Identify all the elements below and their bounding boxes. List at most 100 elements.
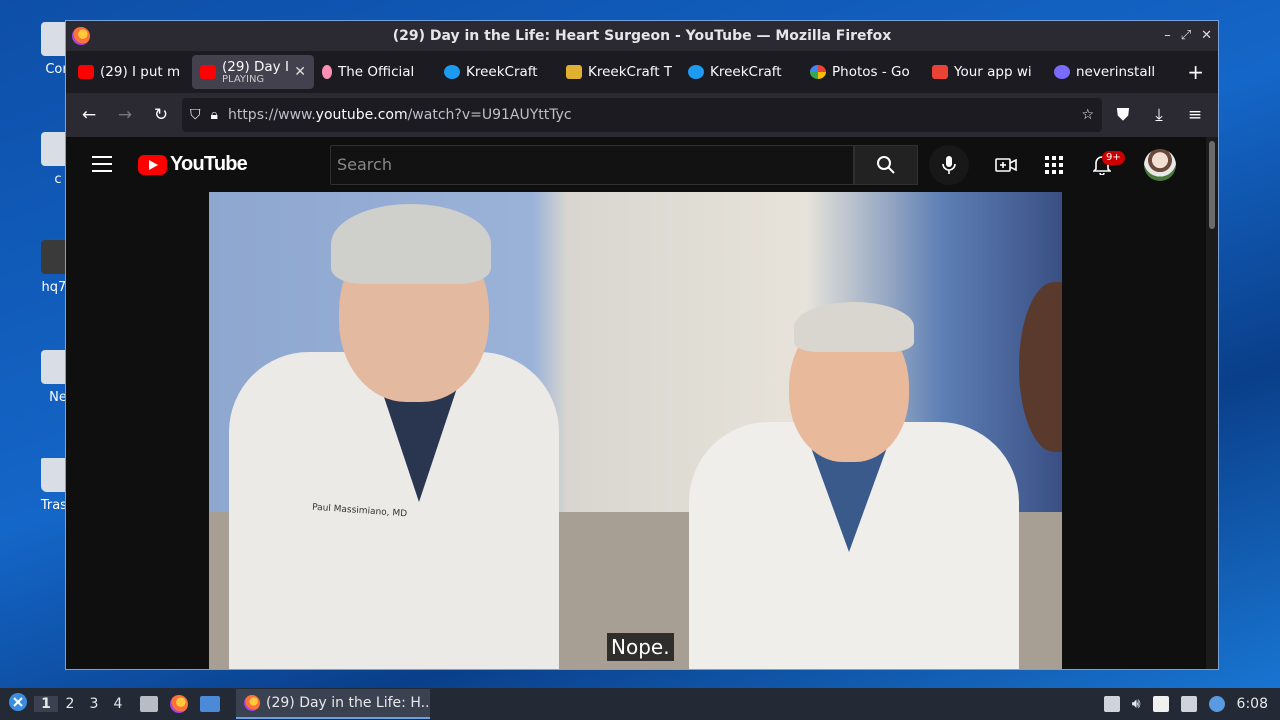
youtube-favicon-icon [78, 65, 94, 79]
display-icon[interactable] [1180, 696, 1197, 712]
tab-label: neverinstall [1076, 64, 1156, 80]
clock: 6:08 [1236, 696, 1268, 712]
forward-button[interactable]: → [110, 100, 140, 130]
flamingo-favicon-icon [322, 65, 332, 79]
apps-button[interactable] [1042, 153, 1066, 177]
youtube-play-icon [138, 154, 167, 175]
show-desktop-icon[interactable] [200, 696, 220, 712]
video-camera-plus-icon [995, 158, 1017, 172]
youtube-logo-text: YouTube [170, 153, 248, 175]
shield-icon: ⛉ [190, 107, 201, 123]
reload-icon: ↻ [153, 105, 169, 125]
tab-gmail[interactable]: Your app wi [924, 55, 1046, 89]
firefox-icon [72, 27, 90, 45]
close-window-button[interactable]: ✕ [1201, 21, 1212, 51]
video-caption: Nope. [607, 633, 674, 661]
bookmark-star-icon[interactable]: ☆ [1081, 107, 1094, 123]
taskbar: 1 2 3 4 (29) Day in the Life: H... 🔊︎ 6:… [0, 688, 1280, 720]
taskbar-task-firefox[interactable]: (29) Day in the Life: H... [236, 689, 430, 719]
window-title: (29) Day in the Life: Heart Surgeon - Yo… [392, 28, 892, 44]
account-avatar[interactable] [1144, 149, 1176, 181]
video-frame-person-2-hair [794, 302, 914, 352]
page-scrollbar[interactable] [1206, 137, 1218, 669]
arrow-right-icon: → [117, 105, 133, 125]
workspace-1[interactable]: 1 [34, 696, 58, 712]
network-status-icon[interactable] [1208, 696, 1225, 712]
pocket-button[interactable]: ⛊ [1108, 100, 1138, 130]
tab-label: (29) I put m [100, 64, 181, 80]
url-text[interactable]: https://www.youtube.com/watch?v=U91AUYtt… [228, 107, 1071, 123]
close-tab-icon[interactable]: ✕ [294, 64, 306, 80]
task-label: (29) Day in the Life: H... [266, 695, 430, 711]
clipboard-icon[interactable] [1152, 696, 1169, 712]
reload-button[interactable]: ↻ [146, 100, 176, 130]
tab-playing-label: PLAYING [222, 74, 265, 85]
volume-icon[interactable]: 🔊︎ [1132, 696, 1141, 712]
tab-label: KreekCraft [466, 64, 538, 80]
navigation-toolbar: ← → ↻ ⛉ 🔒︎ https://www.youtube.com/watch… [66, 93, 1218, 137]
url-domain: youtube.com [315, 107, 408, 123]
maximize-button[interactable]: ⤢ [1181, 21, 1191, 51]
arrow-left-icon: ← [81, 105, 97, 125]
youtube-header: YouTube Search 9+ [66, 137, 1208, 192]
tab-label: Your app wi [954, 64, 1032, 80]
search-icon [877, 156, 895, 174]
tab-kreekcraft-twitter-1[interactable]: KreekCraft [436, 55, 558, 89]
tab-youtube-1[interactable]: (29) I put m [70, 55, 192, 89]
minimize-button[interactable]: – [1164, 21, 1171, 51]
video-frame-person-1-hair [331, 204, 491, 284]
updates-icon[interactable] [1103, 696, 1120, 712]
tab-label-group: (29) Day I PLAYING [222, 59, 289, 85]
google-photos-favicon-icon [810, 65, 826, 79]
youtube-logo[interactable]: YouTube [138, 153, 248, 176]
notification-badge: 9+ [1102, 151, 1125, 165]
downloads-button[interactable]: ⤓ [1144, 100, 1174, 130]
back-button[interactable]: ← [74, 100, 104, 130]
new-tab-button[interactable]: + [1187, 60, 1204, 84]
workspace-4[interactable]: 4 [106, 696, 130, 712]
browser-window: (29) Day in the Life: Heart Surgeon - Yo… [65, 20, 1219, 670]
pocket-icon: ⛊ [1116, 105, 1130, 125]
tab-label: (29) Day I [222, 59, 289, 75]
tab-kreekcraft-image[interactable]: KreekCraft T [558, 55, 680, 89]
download-icon: ⤓ [1155, 105, 1163, 125]
apps-grid-icon [1045, 156, 1063, 174]
window-titlebar[interactable]: (29) Day in the Life: Heart Surgeon - Yo… [66, 21, 1218, 51]
file-manager-icon[interactable] [140, 696, 158, 712]
create-button[interactable] [994, 153, 1018, 177]
system-tray: 🔊︎ 6:08 [1103, 696, 1280, 712]
tab-neverinstall[interactable]: neverinstall [1046, 55, 1168, 89]
firefox-launcher-icon[interactable] [170, 695, 188, 713]
video-player[interactable]: Paul Massimiano, MD Nope. [209, 192, 1062, 669]
start-menu-icon[interactable] [8, 692, 28, 716]
url-rest: /watch?v=U91AUYttTyc [407, 107, 572, 123]
tab-label: KreekCraft T [588, 64, 672, 80]
address-bar[interactable]: ⛉ 🔒︎ https://www.youtube.com/watch?v=U91… [182, 98, 1102, 132]
gmail-favicon-icon [932, 65, 948, 79]
voice-search-button[interactable] [929, 145, 969, 185]
tab-the-official[interactable]: The Official [314, 55, 436, 89]
scrollbar-thumb[interactable] [1209, 141, 1215, 229]
hamburger-menu-icon: ≡ [1187, 105, 1203, 125]
menu-button[interactable]: ≡ [1180, 100, 1210, 130]
workspace-3[interactable]: 3 [82, 696, 106, 712]
microphone-icon [942, 156, 956, 174]
twitter-favicon-icon [444, 65, 460, 79]
url-prefix: https://www. [227, 107, 316, 123]
youtube-favicon-icon [200, 65, 216, 79]
twitter-favicon-icon [688, 65, 704, 79]
search-button[interactable] [854, 145, 918, 185]
workspace-2[interactable]: 2 [58, 696, 82, 712]
search-input[interactable]: Search [330, 145, 854, 185]
firefox-icon [244, 695, 260, 711]
neverinstall-favicon-icon [1054, 65, 1070, 79]
tab-youtube-active[interactable]: (29) Day I PLAYING ✕ [192, 55, 314, 89]
guide-menu-icon[interactable] [92, 156, 112, 172]
tab-kreekcraft-twitter-2[interactable]: KreekCraft [680, 55, 802, 89]
tab-google-photos[interactable]: Photos - Go [802, 55, 924, 89]
tab-label: The Official [338, 64, 415, 80]
image-favicon-icon [566, 65, 582, 79]
lock-icon: 🔒︎ [210, 107, 218, 123]
tab-strip: (29) I put m (29) Day I PLAYING ✕ The Of… [66, 51, 1218, 93]
tab-label: KreekCraft [710, 64, 782, 80]
